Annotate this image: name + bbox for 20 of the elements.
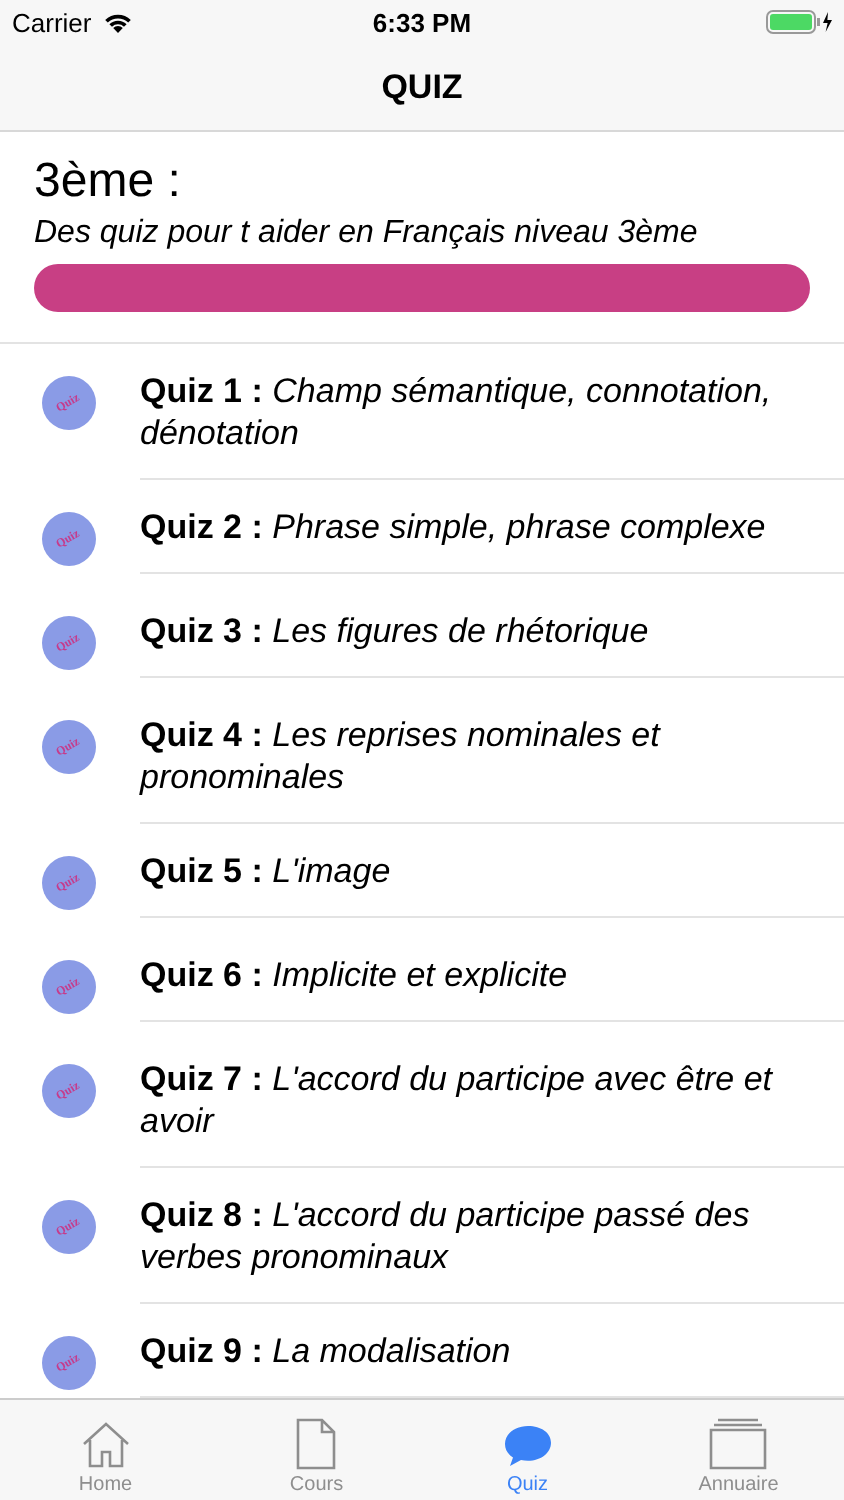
- carrier-label: Carrier: [12, 7, 92, 37]
- section-title: 3ème :: [34, 152, 183, 212]
- folder-stack-icon: [708, 1418, 769, 1470]
- battery-icon: [766, 10, 834, 34]
- quiz-title: Quiz 5 : L'image: [140, 852, 391, 890]
- quiz-title: Quiz 9 : La modalisation: [140, 1332, 511, 1370]
- quiz-title: Quiz 7 : L'accord du participe avec être et avoir: [140, 1060, 773, 1140]
- chat-bubble-icon: [501, 1422, 554, 1470]
- nav-title: QUIZ: [381, 67, 463, 107]
- quiz-title: Quiz 4 : Les reprises nominales et pronominales: [140, 716, 660, 796]
- wifi-icon: [101, 10, 134, 34]
- section-subtitle: Des quiz pour t aider en Français niveau 3ème: [34, 214, 700, 254]
- quiz-title: Quiz 6 : Implicite et explicite: [140, 956, 568, 994]
- home-icon: [79, 1418, 132, 1470]
- status-time: 6:33 PM: [372, 7, 472, 37]
- quiz-title: Quiz 1 : Champ sémantique, connotation, dénotation: [140, 372, 772, 452]
- quiz-title: Quiz 2 : Phrase simple, phrase complexe: [140, 508, 766, 546]
- document-icon: [294, 1418, 339, 1470]
- quiz-title: Quiz 3 : Les figures de rhétorique: [140, 612, 649, 650]
- quiz-title: Quiz 8 : L'accord du participe passé des verbes pronominaux: [140, 1196, 750, 1276]
